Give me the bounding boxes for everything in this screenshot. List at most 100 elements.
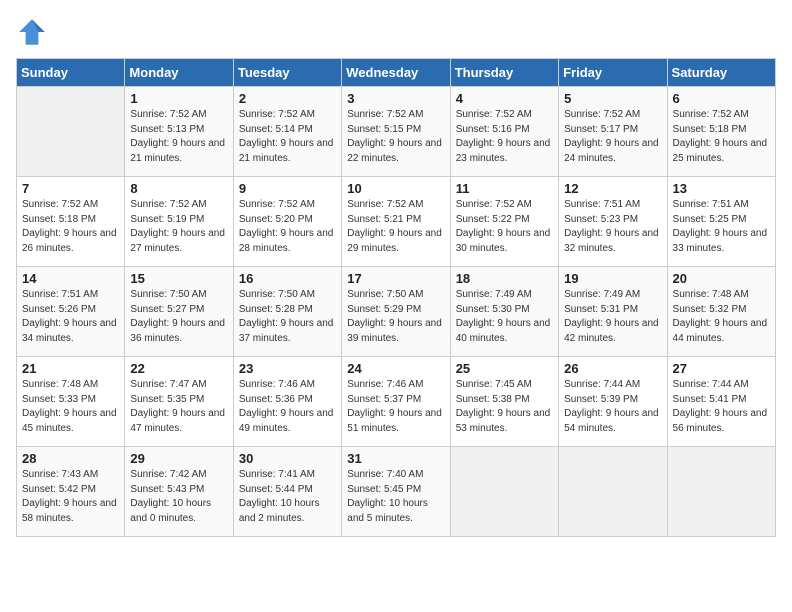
- day-number: 5: [564, 91, 661, 106]
- calendar-cell: [667, 447, 775, 537]
- day-info: Sunrise: 7:45 AMSunset: 5:38 PMDaylight:…: [456, 378, 553, 436]
- day-number: 21: [22, 361, 119, 376]
- day-info: Sunrise: 7:49 AMSunset: 5:31 PMDaylight:…: [564, 288, 661, 346]
- day-number: 27: [673, 361, 770, 376]
- day-info: Sunrise: 7:52 AMSunset: 5:13 PMDaylight:…: [130, 108, 227, 166]
- day-number: 19: [564, 271, 661, 286]
- day-info: Sunrise: 7:52 AMSunset: 5:18 PMDaylight:…: [673, 108, 770, 166]
- calendar-cell: 31 Sunrise: 7:40 AMSunset: 5:45 PMDayligh…: [342, 447, 450, 537]
- day-number: 13: [673, 181, 770, 196]
- weekday-header-wednesday: Wednesday: [342, 59, 450, 87]
- calendar-cell: 12 Sunrise: 7:51 AMSunset: 5:23 PMDayligh…: [559, 177, 667, 267]
- weekday-header-sunday: Sunday: [17, 59, 125, 87]
- calendar-cell: 7 Sunrise: 7:52 AMSunset: 5:18 PMDaylight…: [17, 177, 125, 267]
- day-info: Sunrise: 7:52 AMSunset: 5:21 PMDaylight:…: [347, 198, 444, 256]
- calendar-cell: 17 Sunrise: 7:50 AMSunset: 5:29 PMDayligh…: [342, 267, 450, 357]
- day-number: 12: [564, 181, 661, 196]
- calendar-cell: [559, 447, 667, 537]
- calendar-cell: 1 Sunrise: 7:52 AMSunset: 5:13 PMDaylight…: [125, 87, 233, 177]
- calendar-cell: 5Sunrise: 7:52 AMSunset: 5:17 PMDaylight…: [559, 87, 667, 177]
- calendar-cell: 10 Sunrise: 7:52 AMSunset: 5:21 PMDayligh…: [342, 177, 450, 267]
- day-number: 25: [456, 361, 553, 376]
- day-info: Sunrise: 7:52 AMSunset: 5:22 PMDaylight:…: [456, 198, 553, 256]
- day-number: 28: [22, 451, 119, 466]
- day-info: Sunrise: 7:51 AMSunset: 5:25 PMDaylight:…: [673, 198, 770, 256]
- week-row-2: 7 Sunrise: 7:52 AMSunset: 5:18 PMDaylight…: [17, 177, 776, 267]
- day-number: 3: [347, 91, 444, 106]
- day-info: Sunrise: 7:46 AMSunset: 5:37 PMDaylight:…: [347, 378, 444, 436]
- calendar-cell: 27Sunrise: 7:44 AMSunset: 5:41 PMDayligh…: [667, 357, 775, 447]
- day-number: 9: [239, 181, 336, 196]
- day-number: 18: [456, 271, 553, 286]
- calendar-cell: 23 Sunrise: 7:46 AMSunset: 5:36 PMDayligh…: [233, 357, 341, 447]
- day-info: Sunrise: 7:41 AMSunset: 5:44 PMDaylight:…: [239, 468, 336, 526]
- day-info: Sunrise: 7:52 AMSunset: 5:16 PMDaylight:…: [456, 108, 553, 166]
- calendar-cell: 11 Sunrise: 7:52 AMSunset: 5:22 PMDayligh…: [450, 177, 558, 267]
- weekday-header-tuesday: Tuesday: [233, 59, 341, 87]
- calendar-cell: 21Sunrise: 7:48 AMSunset: 5:33 PMDayligh…: [17, 357, 125, 447]
- logo: [16, 16, 50, 48]
- day-info: Sunrise: 7:52 AMSunset: 5:19 PMDaylight:…: [130, 198, 227, 256]
- day-info: Sunrise: 7:48 AMSunset: 5:32 PMDaylight:…: [673, 288, 770, 346]
- day-number: 10: [347, 181, 444, 196]
- day-number: 6: [673, 91, 770, 106]
- weekday-header-friday: Friday: [559, 59, 667, 87]
- day-number: 20: [673, 271, 770, 286]
- calendar-cell: 9 Sunrise: 7:52 AMSunset: 5:20 PMDaylight…: [233, 177, 341, 267]
- day-number: 22: [130, 361, 227, 376]
- calendar-cell: 25 Sunrise: 7:45 AMSunset: 5:38 PMDayligh…: [450, 357, 558, 447]
- calendar-cell: 14 Sunrise: 7:51 AMSunset: 5:26 PMDayligh…: [17, 267, 125, 357]
- week-row-4: 21Sunrise: 7:48 AMSunset: 5:33 PMDayligh…: [17, 357, 776, 447]
- day-number: 29: [130, 451, 227, 466]
- day-number: 7: [22, 181, 119, 196]
- weekday-header-row: SundayMondayTuesdayWednesdayThursdayFrid…: [17, 59, 776, 87]
- day-info: Sunrise: 7:52 AMSunset: 5:18 PMDaylight:…: [22, 198, 119, 256]
- calendar-cell: 15 Sunrise: 7:50 AMSunset: 5:27 PMDayligh…: [125, 267, 233, 357]
- calendar-cell: 19 Sunrise: 7:49 AMSunset: 5:31 PMDayligh…: [559, 267, 667, 357]
- day-number: 16: [239, 271, 336, 286]
- day-info: Sunrise: 7:51 AMSunset: 5:26 PMDaylight:…: [22, 288, 119, 346]
- week-row-1: 1 Sunrise: 7:52 AMSunset: 5:13 PMDaylight…: [17, 87, 776, 177]
- day-info: Sunrise: 7:44 AMSunset: 5:39 PMDaylight:…: [564, 378, 661, 436]
- day-info: Sunrise: 7:50 AMSunset: 5:29 PMDaylight:…: [347, 288, 444, 346]
- calendar-cell: 16 Sunrise: 7:50 AMSunset: 5:28 PMDayligh…: [233, 267, 341, 357]
- calendar-cell: 20 Sunrise: 7:48 AMSunset: 5:32 PMDayligh…: [667, 267, 775, 357]
- calendar-cell: 18Sunrise: 7:49 AMSunset: 5:30 PMDayligh…: [450, 267, 558, 357]
- weekday-header-thursday: Thursday: [450, 59, 558, 87]
- day-number: 26: [564, 361, 661, 376]
- calendar-cell: 24 Sunrise: 7:46 AMSunset: 5:37 PMDayligh…: [342, 357, 450, 447]
- day-info: Sunrise: 7:50 AMSunset: 5:28 PMDaylight:…: [239, 288, 336, 346]
- day-number: 23: [239, 361, 336, 376]
- calendar-cell: 26 Sunrise: 7:44 AMSunset: 5:39 PMDayligh…: [559, 357, 667, 447]
- day-info: Sunrise: 7:52 AMSunset: 5:20 PMDaylight:…: [239, 198, 336, 256]
- calendar-cell: 4 Sunrise: 7:52 AMSunset: 5:16 PMDaylight…: [450, 87, 558, 177]
- calendar-cell: [17, 87, 125, 177]
- weekday-header-monday: Monday: [125, 59, 233, 87]
- day-info: Sunrise: 7:50 AMSunset: 5:27 PMDaylight:…: [130, 288, 227, 346]
- day-number: 31: [347, 451, 444, 466]
- calendar-cell: 2Sunrise: 7:52 AMSunset: 5:14 PMDaylight…: [233, 87, 341, 177]
- logo-icon: [16, 16, 48, 48]
- day-number: 17: [347, 271, 444, 286]
- weekday-header-saturday: Saturday: [667, 59, 775, 87]
- day-info: Sunrise: 7:46 AMSunset: 5:36 PMDaylight:…: [239, 378, 336, 436]
- day-info: Sunrise: 7:40 AMSunset: 5:45 PMDaylight:…: [347, 468, 444, 526]
- calendar-cell: 29Sunrise: 7:42 AMSunset: 5:43 PMDayligh…: [125, 447, 233, 537]
- day-info: Sunrise: 7:47 AMSunset: 5:35 PMDaylight:…: [130, 378, 227, 436]
- day-number: 11: [456, 181, 553, 196]
- week-row-5: 28 Sunrise: 7:43 AMSunset: 5:42 PMDayligh…: [17, 447, 776, 537]
- day-number: 4: [456, 91, 553, 106]
- day-info: Sunrise: 7:51 AMSunset: 5:23 PMDaylight:…: [564, 198, 661, 256]
- day-info: Sunrise: 7:52 AMSunset: 5:15 PMDaylight:…: [347, 108, 444, 166]
- week-row-3: 14 Sunrise: 7:51 AMSunset: 5:26 PMDayligh…: [17, 267, 776, 357]
- day-info: Sunrise: 7:43 AMSunset: 5:42 PMDaylight:…: [22, 468, 119, 526]
- day-number: 1: [130, 91, 227, 106]
- calendar-table: SundayMondayTuesdayWednesdayThursdayFrid…: [16, 58, 776, 537]
- day-number: 14: [22, 271, 119, 286]
- day-number: 24: [347, 361, 444, 376]
- day-number: 15: [130, 271, 227, 286]
- day-number: 2: [239, 91, 336, 106]
- day-number: 8: [130, 181, 227, 196]
- calendar-cell: 30Sunrise: 7:41 AMSunset: 5:44 PMDayligh…: [233, 447, 341, 537]
- calendar-cell: 28 Sunrise: 7:43 AMSunset: 5:42 PMDayligh…: [17, 447, 125, 537]
